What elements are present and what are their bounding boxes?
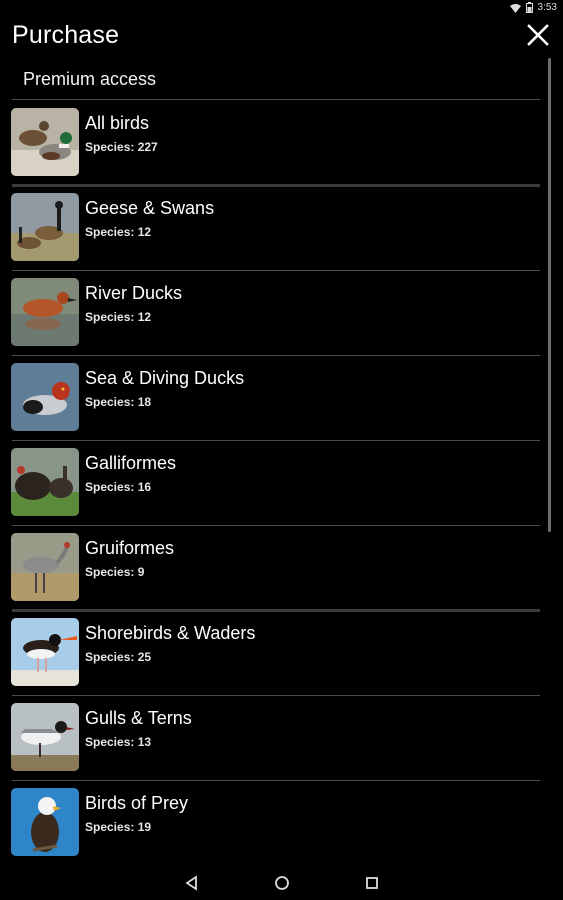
thumbnail-image <box>11 703 79 771</box>
page-title: Purchase <box>12 21 120 49</box>
status-bar: 3:53 <box>0 0 563 16</box>
divider <box>12 99 540 100</box>
thumbnail-image <box>11 278 79 346</box>
item-title: River Ducks <box>85 283 183 303</box>
status-time: 3:53 <box>537 2 557 13</box>
thumbnail-image <box>11 618 79 686</box>
species-count: Species: 12 <box>85 225 152 239</box>
list-item-geese-swans[interactable]: Geese & Swans Species: 12 <box>0 186 563 271</box>
wifi-icon <box>509 3 521 13</box>
species-count: Species: 25 <box>85 650 152 664</box>
item-title: Shorebirds & Waders <box>85 623 256 643</box>
species-count: Species: 18 <box>85 395 152 409</box>
species-count: Species: 12 <box>85 310 152 324</box>
species-count: Species: 16 <box>85 480 152 494</box>
item-title: Geese & Swans <box>85 198 215 218</box>
item-title: All birds <box>85 113 150 133</box>
close-button[interactable] <box>525 22 551 48</box>
app-bar: Purchase <box>0 16 563 60</box>
thumbnail-image <box>11 533 79 601</box>
back-icon <box>185 875 197 891</box>
item-title: Galliformes <box>85 453 177 473</box>
home-button[interactable] <box>272 873 292 893</box>
species-count: Species: 227 <box>85 140 158 154</box>
list-item-sea-diving-ducks[interactable]: Sea & Diving Ducks Species: 18 <box>0 356 563 441</box>
list-item-all-birds[interactable]: All birds Species: 227 <box>0 101 563 187</box>
thumbnail-image <box>11 363 79 431</box>
recents-icon <box>366 877 378 889</box>
list-item-birds-of-prey[interactable]: Birds of Prey Species: 19 <box>0 781 563 866</box>
status-icons: 3:53 <box>509 2 557 13</box>
section-header: Premium access <box>23 69 157 89</box>
list-item-galliformes[interactable]: Galliformes Species: 16 <box>0 441 563 526</box>
list-item-gulls-terns[interactable]: Gulls & Terns Species: 13 <box>0 696 563 781</box>
recents-button[interactable] <box>362 873 382 893</box>
battery-icon <box>525 2 533 13</box>
back-button[interactable] <box>182 873 202 893</box>
thumbnail-image <box>11 193 79 261</box>
species-count: Species: 9 <box>85 565 145 579</box>
scrollbar[interactable] <box>548 58 551 532</box>
species-count: Species: 13 <box>85 735 152 749</box>
item-title: Gruiformes <box>85 538 175 558</box>
list-item-shorebirds-waders[interactable]: Shorebirds & Waders Species: 25 <box>0 611 563 696</box>
thumbnail-image <box>11 788 79 856</box>
species-count: Species: 19 <box>85 820 152 834</box>
category-list: All birds Species: 227 Geese & Swans Spe… <box>0 101 563 866</box>
thumbnail-image <box>11 448 79 516</box>
close-icon <box>527 24 549 46</box>
thumbnail-image <box>11 108 79 176</box>
list-item-river-ducks[interactable]: River Ducks Species: 12 <box>0 271 563 356</box>
home-icon <box>275 876 289 890</box>
list-item-gruiformes[interactable]: Gruiformes Species: 9 <box>0 526 563 612</box>
item-title: Gulls & Terns <box>85 708 192 728</box>
item-title: Sea & Diving Ducks <box>85 368 245 388</box>
item-title: Birds of Prey <box>85 793 189 813</box>
navigation-bar <box>0 866 563 900</box>
